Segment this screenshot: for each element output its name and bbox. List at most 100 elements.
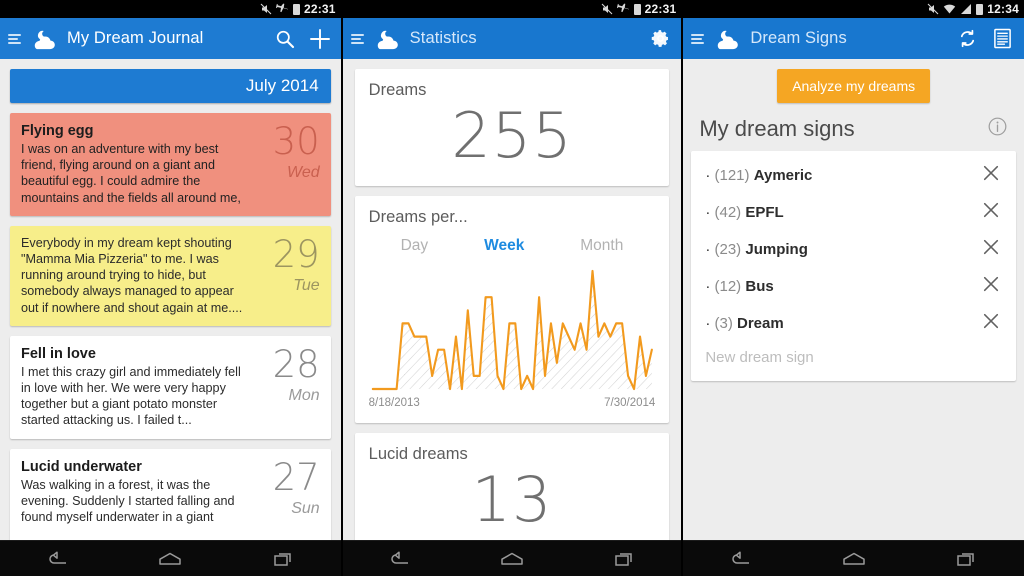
close-icon[interactable] [982, 164, 1000, 187]
new-dream-sign-input[interactable]: New dream sign [691, 342, 1016, 373]
back-icon[interactable] [376, 544, 422, 574]
cloud-moon-logo [377, 30, 398, 49]
lucid-dreams-card[interactable]: Lucid dreams 13 (5.1%) [354, 433, 670, 541]
month-header[interactable]: July 2014 [10, 69, 331, 103]
journal-entry[interactable]: Everybody in my dream kept shouting "Mam… [10, 225, 331, 326]
cloud-moon-logo [718, 30, 739, 49]
recents-icon[interactable] [944, 544, 990, 574]
airplane-icon [276, 3, 288, 13]
entry-body: I met this crazy girl and immediately fe… [21, 364, 241, 428]
list-item[interactable]: · (42) EPFL [691, 194, 1016, 231]
screen-statistics: 22:31 Statistics Dreams 255 Dreams per..… [342, 0, 682, 576]
close-icon[interactable] [982, 275, 1000, 298]
battery-icon [292, 3, 300, 15]
dream-signs-content: Analyze my dreams My dream signs · (121)… [683, 59, 1024, 540]
statistics-content: Dreams 255 Dreams per... Day Week Month [342, 59, 682, 541]
list-item[interactable]: · (3) Dream [691, 305, 1016, 342]
status-bar-journal: 22:31 [0, 0, 341, 18]
close-icon[interactable] [982, 238, 1000, 261]
month-label: July 2014 [245, 76, 319, 95]
chart-svg [371, 269, 653, 391]
home-icon[interactable] [147, 544, 193, 574]
dream-sign-count: (42) [714, 204, 742, 221]
entry-body: Everybody in my dream kept shouting "Mam… [21, 235, 243, 315]
gear-icon[interactable] [647, 26, 673, 52]
card-title: Dreams [368, 81, 427, 99]
list-icon[interactable] [990, 26, 1016, 52]
journal-entry[interactable]: Lucid underwater Was walking in a forest… [10, 448, 331, 540]
back-icon[interactable] [717, 544, 763, 574]
entry-weekday: Wed [287, 164, 320, 181]
close-icon[interactable] [982, 312, 1000, 335]
entry-weekday: Sun [291, 499, 320, 517]
entry-date: 27 Sun [258, 458, 320, 535]
dreams-per-week-chart[interactable] [369, 263, 656, 395]
tab-month[interactable]: Month [580, 237, 623, 255]
dreams-per-card: Dreams per... Day Week Month 8/18/2013 7… [354, 196, 670, 423]
status-clock: 22:31 [644, 2, 677, 16]
hamburger-icon[interactable] [8, 33, 21, 44]
screen-dream-signs: 12:34 Dream Signs Analyze my dreams My d… [683, 0, 1024, 576]
search-icon[interactable] [272, 26, 298, 52]
recents-icon[interactable] [261, 544, 307, 574]
list-item[interactable]: · (12) Bus [691, 268, 1016, 305]
dream-sign-label: · (121) Aymeric [705, 167, 813, 184]
entry-text: Fell in love I met this crazy girl and i… [21, 345, 258, 429]
entry-title: Flying egg [21, 123, 94, 139]
dreams-count-value: 255 [451, 99, 573, 172]
entry-date: 28 Mon [258, 345, 320, 429]
entry-date: 30 Wed [258, 122, 320, 206]
list-item[interactable]: · (121) Aymeric [691, 157, 1016, 194]
status-icons [927, 3, 984, 15]
status-clock: 22:31 [303, 2, 336, 16]
dream-sign-name: Dream [737, 315, 784, 332]
hamburger-icon[interactable] [691, 33, 705, 44]
multi-screen-composite: 22:31 My Dream Journal July 2014 Flying … [0, 0, 1024, 576]
add-icon[interactable] [307, 26, 333, 52]
entry-weekday: Tue [293, 276, 320, 294]
info-icon[interactable] [987, 116, 1008, 142]
list-item[interactable]: · (23) Jumping [691, 231, 1016, 268]
tab-day[interactable]: Day [401, 237, 429, 255]
entry-day-number: 28 [272, 342, 320, 386]
chart-axis-labels: 8/18/2013 7/30/2014 [369, 397, 656, 409]
analyze-my-dreams-button[interactable]: Analyze my dreams [777, 69, 931, 103]
entry-day-number: 27 [272, 455, 320, 499]
status-icons [260, 3, 300, 15]
battery-icon [633, 3, 641, 15]
mute-icon [601, 3, 613, 15]
cloud-moon-logo [34, 30, 55, 49]
android-nav-bar [683, 540, 1024, 576]
status-icons [601, 3, 641, 15]
entry-day-number: 30 [272, 120, 320, 163]
x-axis-start-label: 8/18/2013 [368, 397, 420, 409]
home-icon[interactable] [831, 544, 877, 574]
dream-signs-list: · (121) Aymeric · (42) EPFL · (23) Jumpi… [691, 151, 1016, 381]
dreams-count-card[interactable]: Dreams 255 [354, 69, 670, 186]
close-icon[interactable] [982, 201, 1000, 224]
back-icon[interactable] [34, 544, 80, 574]
battery-icon [976, 3, 984, 15]
dream-sign-label: · (3) Dream [705, 315, 784, 332]
mute-icon [260, 3, 272, 15]
sync-icon[interactable] [955, 26, 981, 52]
home-icon[interactable] [489, 544, 535, 574]
journal-entry[interactable]: Fell in love I met this crazy girl and i… [10, 335, 331, 439]
hamburger-icon[interactable] [350, 33, 364, 44]
wifi-icon [944, 4, 956, 14]
dream-sign-count: (121) [714, 167, 750, 184]
app-bar-journal: My Dream Journal [0, 18, 341, 59]
card-title: Lucid dreams [368, 445, 468, 463]
app-title: Statistics [409, 29, 477, 47]
recents-icon[interactable] [602, 544, 648, 574]
entry-body: Was walking in a forest, it was the even… [21, 477, 235, 525]
journal-entry[interactable]: Flying egg I was on an adventure with my… [10, 113, 331, 216]
entry-day-number: 29 [272, 232, 320, 276]
dream-sign-name: EPFL [745, 204, 784, 221]
dream-sign-label: · (23) Jumping [705, 241, 808, 258]
entry-title: Fell in love [21, 345, 96, 362]
lucid-dreams-value: 13 (5.1%) [406, 463, 617, 541]
dream-sign-name: Aymeric [753, 167, 813, 184]
status-bar-statistics: 22:31 [342, 0, 682, 18]
tab-week[interactable]: Week [484, 237, 524, 255]
